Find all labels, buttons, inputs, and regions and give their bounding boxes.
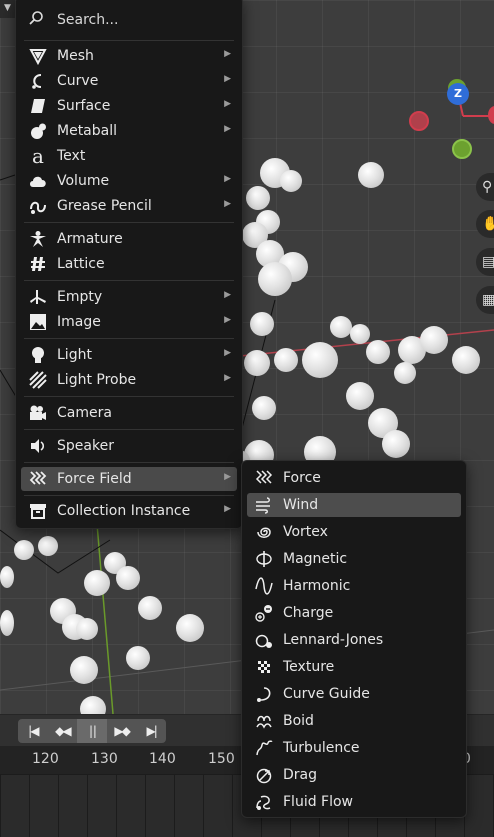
frame-tick: 140	[149, 751, 176, 767]
menu-item-text[interactable]: a Text	[21, 144, 237, 168]
menu-search[interactable]	[21, 7, 237, 33]
submenu-arrow-icon: ▶	[224, 74, 231, 84]
force-field-icon	[28, 469, 48, 489]
turbulence-icon	[254, 738, 274, 758]
menu-item-force-field[interactable]: Force Field ▶	[21, 467, 237, 491]
menu-item-grease-pencil[interactable]: Grease Pencil ▶	[21, 194, 237, 218]
grease-pencil-icon	[28, 196, 48, 216]
texture-icon	[254, 657, 274, 677]
search-input[interactable]	[57, 12, 217, 28]
submenu-item-turbulence[interactable]: Turbulence	[247, 736, 461, 760]
menu-item-volume[interactable]: Volume ▶	[21, 169, 237, 193]
menu-item-curve[interactable]: Curve ▶	[21, 69, 237, 93]
mesh-icon	[28, 46, 48, 66]
lennard-jones-icon	[254, 630, 274, 650]
light-icon	[28, 345, 48, 365]
submenu-arrow-icon: ▶	[224, 472, 231, 482]
next-keyframe-icon[interactable]: ▶◆	[107, 724, 137, 738]
submenu-item-harmonic[interactable]: Harmonic	[247, 574, 461, 598]
submenu-arrow-icon: ▶	[224, 504, 231, 514]
submenu-arrow-icon: ▶	[224, 348, 231, 358]
editor-type-chevron-icon[interactable]: ▼	[0, 0, 15, 18]
wind-icon	[254, 495, 274, 515]
submenu-item-curve-guide[interactable]: Curve Guide	[247, 682, 461, 706]
harmonic-icon	[254, 576, 274, 596]
menu-separator	[24, 40, 234, 41]
menu-separator	[24, 495, 234, 496]
add-menu: Mesh ▶ Curve ▶ Surface ▶ Metaball ▶ a Te…	[15, 0, 243, 529]
boid-icon	[254, 711, 274, 731]
jump-to-start-icon[interactable]: |◀	[18, 724, 48, 738]
submenu-item-magnetic[interactable]: Magnetic	[247, 547, 461, 571]
gizmo-z-ball[interactable]: Z	[447, 83, 469, 105]
pause-icon[interactable]: | |	[77, 719, 107, 743]
submenu-item-force[interactable]: Force	[247, 466, 461, 490]
menu-item-speaker[interactable]: Speaker	[21, 434, 237, 458]
submenu-item-drag[interactable]: Drag	[247, 763, 461, 787]
frame-tick: 120	[32, 751, 59, 767]
menu-item-image[interactable]: Image ▶	[21, 310, 237, 334]
submenu-arrow-icon: ▶	[224, 199, 231, 209]
menu-item-collection-instance[interactable]: Collection Instance ▶	[21, 499, 237, 523]
collection-instance-icon	[28, 501, 48, 521]
submenu-arrow-icon: ▶	[224, 174, 231, 184]
menu-item-surface[interactable]: Surface ▶	[21, 94, 237, 118]
menu-separator	[24, 396, 234, 397]
camera-icon	[28, 403, 48, 423]
menu-separator	[24, 338, 234, 339]
submenu-item-boid[interactable]: Boid	[247, 709, 461, 733]
menu-item-light[interactable]: Light ▶	[21, 343, 237, 367]
menu-item-light-probe[interactable]: Light Probe ▶	[21, 368, 237, 392]
surface-icon	[28, 96, 48, 116]
menu-separator	[24, 280, 234, 281]
menu-item-empty[interactable]: Empty ▶	[21, 285, 237, 309]
metaball-icon	[28, 121, 48, 141]
drag-icon	[254, 765, 274, 785]
vortex-icon	[254, 522, 274, 542]
curve-icon	[28, 71, 48, 91]
gizmo-neg-y-ball[interactable]	[452, 139, 472, 159]
empty-icon	[28, 287, 48, 307]
light-probe-icon	[28, 370, 48, 390]
charge-icon	[254, 603, 274, 623]
submenu-item-texture[interactable]: Texture	[247, 655, 461, 679]
search-icon	[28, 10, 48, 30]
gizmo-neg-x-ball[interactable]	[409, 111, 429, 131]
menu-separator	[24, 222, 234, 223]
frame-tick: 130	[91, 751, 118, 767]
submenu-item-vortex[interactable]: Vortex	[247, 520, 461, 544]
prev-keyframe-icon[interactable]: ◆◀	[48, 724, 78, 738]
menu-separator	[24, 462, 234, 463]
menu-separator	[24, 429, 234, 430]
submenu-arrow-icon: ▶	[224, 124, 231, 134]
submenu-arrow-icon: ▶	[224, 99, 231, 109]
menu-item-armature[interactable]: Armature	[21, 227, 237, 251]
force-field-submenu: Force Wind Vortex Magnetic Harmonic Char…	[241, 460, 467, 818]
speaker-icon	[28, 436, 48, 456]
playback-controls: |◀ ◆◀ | | ▶◆ ▶|	[18, 719, 166, 743]
submenu-arrow-icon: ▶	[224, 373, 231, 383]
menu-item-mesh[interactable]: Mesh ▶	[21, 44, 237, 68]
magnetic-icon	[254, 549, 274, 569]
submenu-item-fluid-flow[interactable]: Fluid Flow	[247, 790, 461, 814]
image-icon	[28, 312, 48, 332]
jump-to-end-icon[interactable]: ▶|	[136, 724, 166, 738]
menu-item-lattice[interactable]: Lattice	[21, 252, 237, 276]
lattice-icon	[28, 254, 48, 274]
armature-icon	[28, 229, 48, 249]
menu-item-metaball[interactable]: Metaball ▶	[21, 119, 237, 143]
frame-tick: 150	[208, 751, 235, 767]
submenu-item-wind[interactable]: Wind	[247, 493, 461, 517]
fluid-flow-icon	[254, 792, 274, 812]
submenu-item-lennard-jones[interactable]: Lennard-Jones	[247, 628, 461, 652]
submenu-arrow-icon: ▶	[224, 315, 231, 325]
menu-item-camera[interactable]: Camera	[21, 401, 237, 425]
submenu-arrow-icon: ▶	[224, 290, 231, 300]
curve-guide-icon	[254, 684, 274, 704]
force-icon	[254, 468, 274, 488]
submenu-arrow-icon: ▶	[224, 49, 231, 59]
submenu-item-charge[interactable]: Charge	[247, 601, 461, 625]
text-icon: a	[32, 144, 44, 168]
volume-icon	[28, 171, 48, 191]
